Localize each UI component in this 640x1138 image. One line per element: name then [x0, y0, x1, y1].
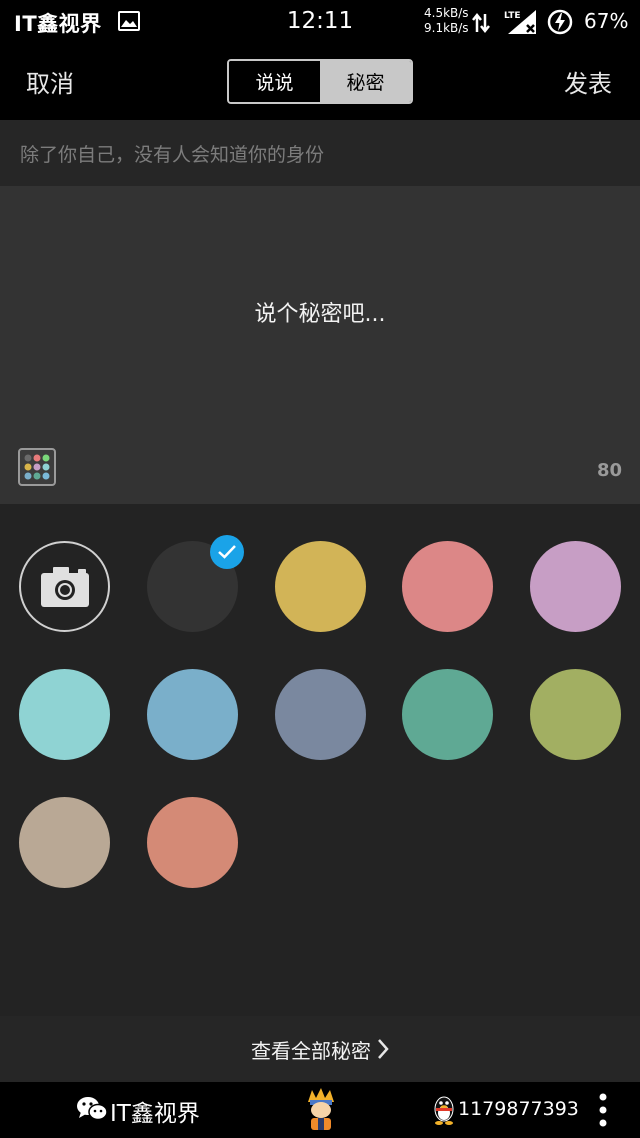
anonymity-hint: 除了你自己，没有人会知道你的身份: [20, 144, 325, 166]
color-palette-icon[interactable]: [18, 448, 56, 486]
char-counter: 80: [596, 460, 622, 481]
network-speed: 4.5kB/s 9.1kB/s: [424, 6, 469, 36]
network-type-label: LTE: [504, 11, 521, 21]
color-swatch-3[interactable]: [402, 541, 493, 632]
anonymity-hint-bar: 除了你自己，没有人会知道你的身份: [0, 120, 640, 186]
more-options-icon[interactable]: [598, 1092, 608, 1128]
qq-penguin-icon: [434, 1096, 454, 1125]
qq-number: 1179877393: [458, 1098, 579, 1120]
battery-level: 67%: [584, 9, 629, 33]
mode-segmented-control: 说说 秘密: [227, 59, 413, 104]
tab-secret[interactable]: 秘密: [320, 61, 411, 102]
background-color-grid: [0, 504, 640, 1016]
avatar: [308, 1088, 334, 1130]
tab-shuoshuo[interactable]: 说说: [229, 61, 320, 102]
watermark-bar: IT鑫视界 1179877393: [0, 1082, 640, 1138]
color-swatch-10[interactable]: [19, 797, 110, 888]
wechat-account-name: IT鑫视界: [110, 1101, 200, 1127]
signal-icon: LTE: [504, 8, 538, 40]
color-swatch-5[interactable]: [19, 669, 110, 760]
wechat-icon: [77, 1097, 108, 1121]
view-all-label: 查看全部秘密: [251, 1038, 371, 1063]
data-arrows-icon: [472, 12, 490, 34]
color-swatch-2[interactable]: [275, 541, 366, 632]
top-bar: 取消 说说 秘密 发表: [0, 44, 640, 120]
view-all-secrets-link[interactable]: 查看全部秘密: [0, 1016, 640, 1082]
status-time: 12:11: [286, 8, 354, 34]
color-swatch-8[interactable]: [402, 669, 493, 760]
secret-composer[interactable]: 说个秘密吧... 80: [0, 186, 640, 504]
publish-button[interactable]: 发表: [564, 64, 612, 99]
color-swatch-4[interactable]: [530, 541, 621, 632]
selected-check-icon: [210, 535, 244, 569]
camera-icon: [40, 566, 89, 607]
net-down-speed: 9.1kB/s: [424, 21, 469, 35]
charging-icon: [547, 9, 573, 35]
color-swatch-6[interactable]: [147, 669, 238, 760]
camera-background-button[interactable]: [19, 541, 110, 632]
status-bar: IT鑫视界 12:11 4.5kB/s 9.1kB/s LTE 67%: [0, 0, 640, 44]
color-swatch-11[interactable]: [147, 797, 238, 888]
color-swatch-9[interactable]: [530, 669, 621, 760]
composer-placeholder[interactable]: 说个秘密吧...: [0, 296, 640, 328]
net-up-speed: 4.5kB/s: [424, 6, 469, 20]
color-swatch-7[interactable]: [275, 669, 366, 760]
chevron-right-icon: [378, 1039, 389, 1059]
cancel-button[interactable]: 取消: [26, 64, 74, 99]
